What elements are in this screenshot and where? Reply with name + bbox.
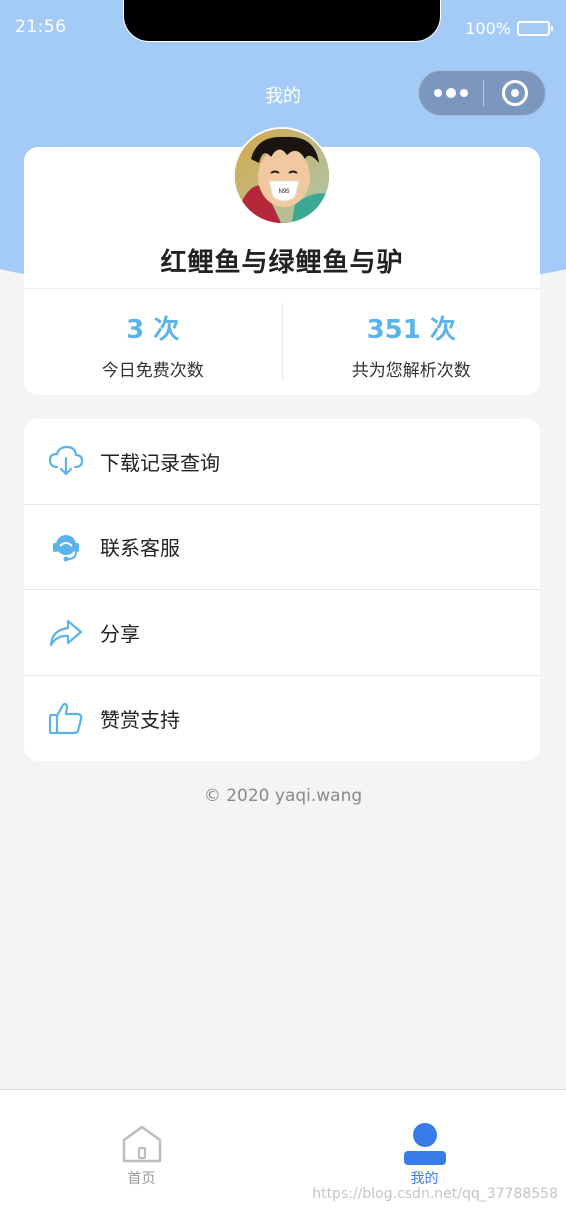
target-icon [501,80,528,106]
dot-icon [434,89,442,97]
menu-item-label: 下载记录查询 [100,450,220,475]
menu-card: 下载记录查询 联系客服 分享 赞赏支持 [24,419,540,761]
customer-service-icon [48,529,84,565]
svg-text:N95: N95 [278,189,290,195]
miniprogram-capsule [418,70,546,116]
tab-home[interactable]: 首页 [0,1090,283,1214]
status-time: 21:56 [15,17,67,37]
profile-card: N95 红鲤鱼与绿鲤鱼与驴 3 次 今日免费次数 351 次 共为您解析次数 [24,127,540,395]
stat-value: 3 次 [126,315,180,345]
copyright-text: © 2020 yaqi.wang [203,786,363,806]
device-notch [123,0,441,42]
share-icon [48,614,84,650]
stat-free-count: 3 次 今日免费次数 [24,289,282,395]
user-icon [403,1122,447,1166]
more-options-button[interactable] [419,71,483,115]
stat-value: 351 次 [366,315,456,345]
menu-item-reward[interactable]: 赞赏支持 [24,676,540,762]
dot-icon [460,89,468,97]
profile-screen: 21:56 100% 我的 N95 红鲤鱼与绿鲤鱼与驴 3 次 今日免费次数 3… [0,0,566,1214]
menu-item-download-records[interactable]: 下载记录查询 [24,419,540,505]
cloud-download-icon [48,443,84,479]
stat-parse-count: 351 次 共为您解析次数 [283,289,541,395]
close-miniprogram-button[interactable] [484,80,545,106]
avatar[interactable]: N95 [233,127,331,225]
battery-percent: 100% [465,19,511,38]
watermark: https://blog.csdn.net/qq_37788558 [312,1186,558,1202]
menu-item-label: 分享 [100,621,140,646]
stat-label: 共为您解析次数 [351,361,471,381]
username: 红鲤鱼与绿鲤鱼与驴 [160,248,404,278]
dot-icon [446,88,456,98]
thumbs-up-icon [48,700,84,736]
status-battery: 100% [465,19,553,38]
home-icon [120,1122,164,1166]
tab-label: 我的 [410,1171,439,1187]
stats-row: 3 次 今日免费次数 351 次 共为您解析次数 [24,289,540,395]
menu-item-label: 联系客服 [100,536,180,561]
tab-label: 首页 [127,1171,156,1187]
menu-item-label: 赞赏支持 [100,707,180,732]
stat-label: 今日免费次数 [101,361,204,381]
menu-item-share[interactable]: 分享 [24,590,540,676]
battery-icon [517,21,553,36]
menu-item-customer-service[interactable]: 联系客服 [24,505,540,590]
avatar-image: N95 [235,129,329,223]
